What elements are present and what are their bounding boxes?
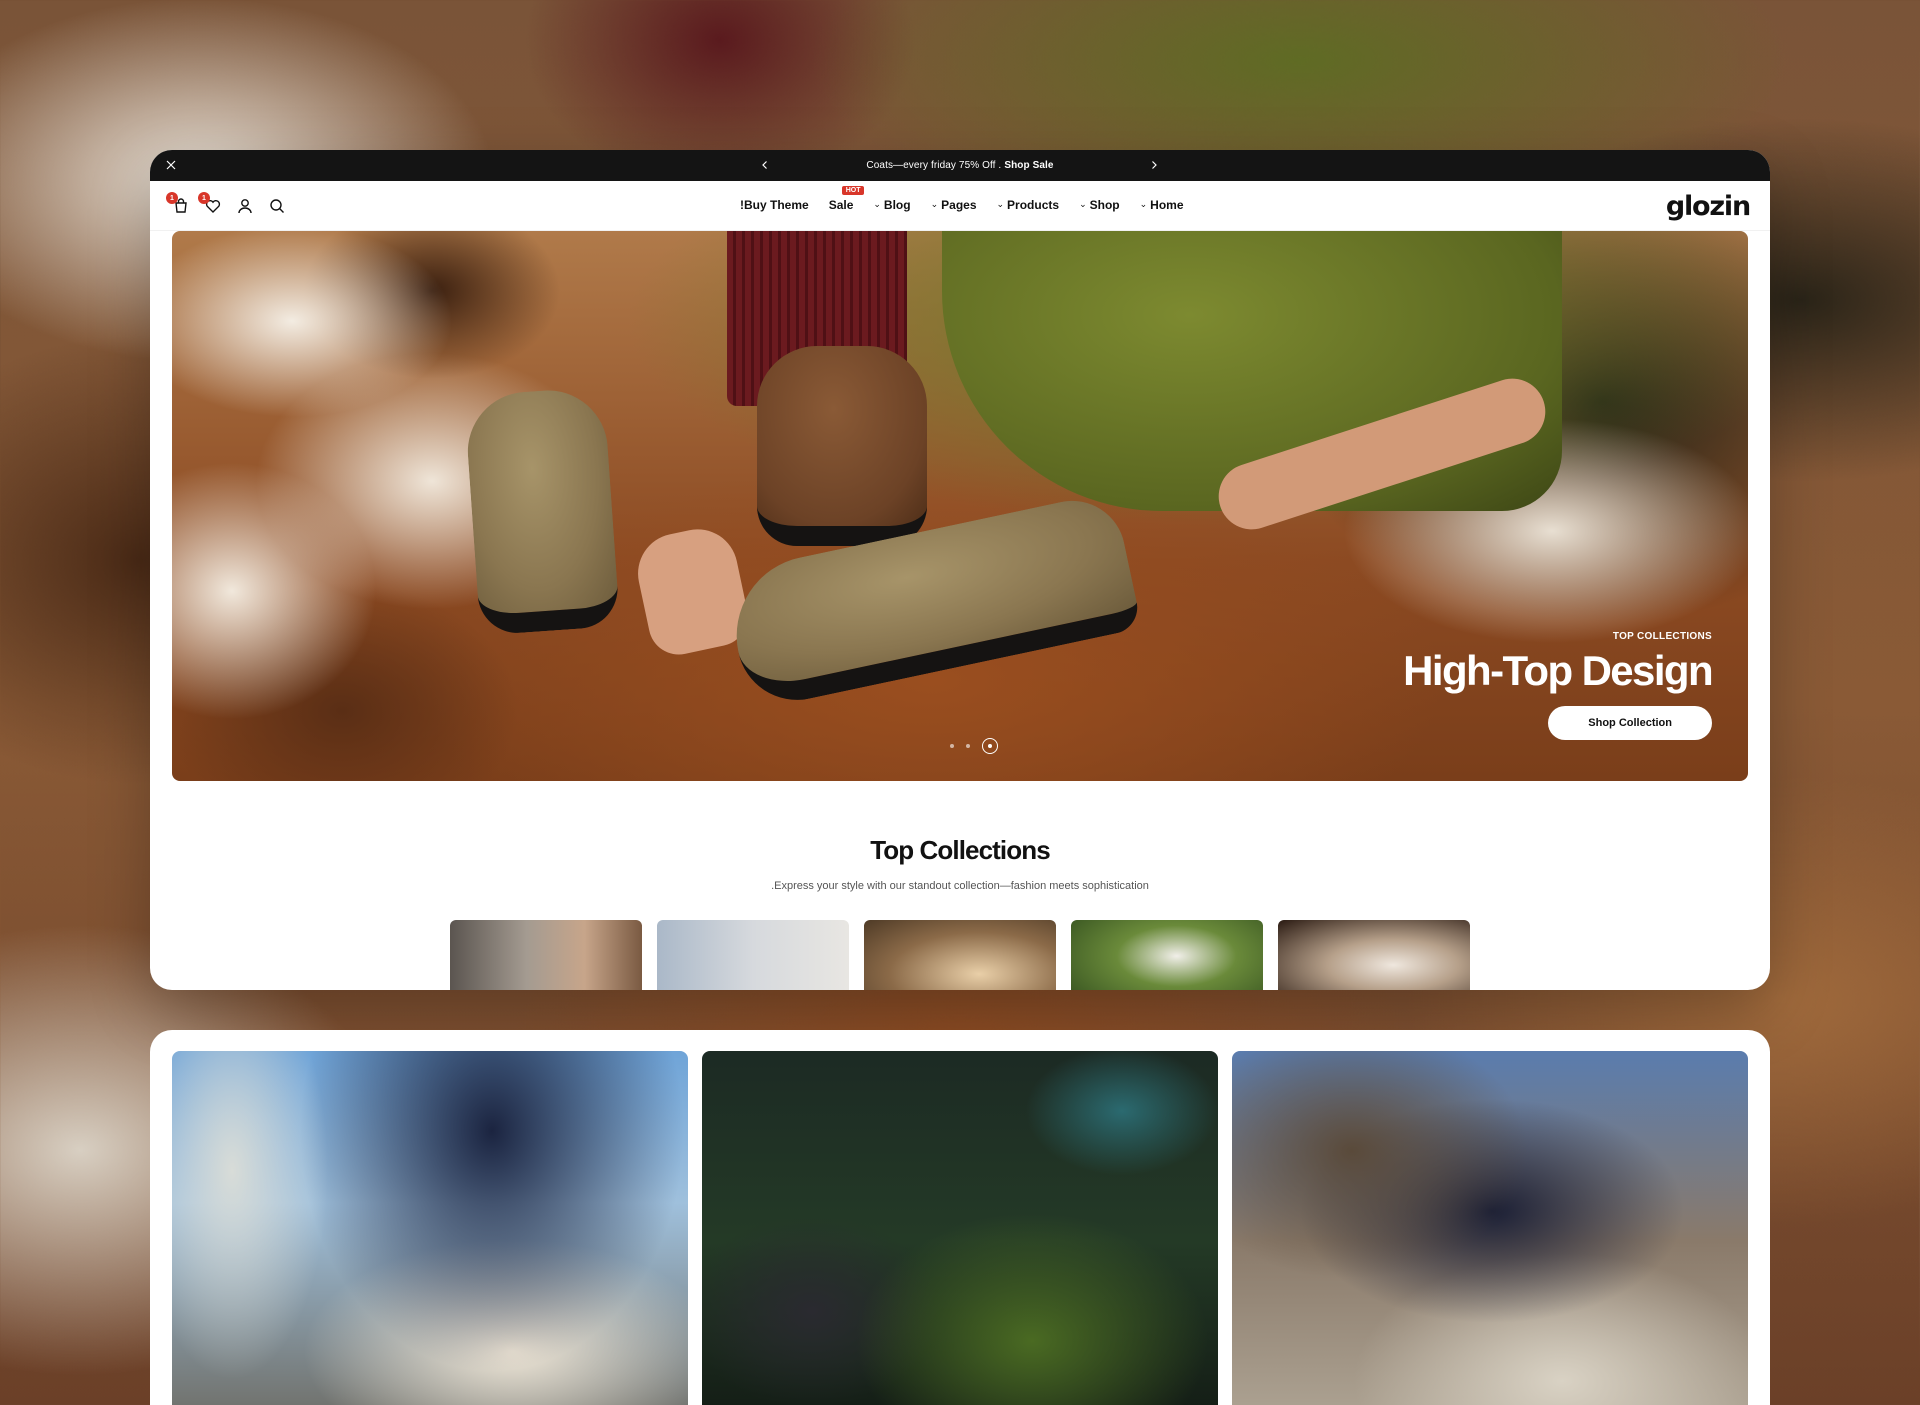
hot-badge: HOT (841, 186, 865, 195)
hero-photo-loafer (757, 346, 927, 546)
menu-item-buy-theme[interactable]: !Buy Theme (740, 198, 809, 212)
menu-item-blog[interactable]: ⌄ Blog (873, 198, 910, 212)
slide-dot-active[interactable] (982, 738, 998, 754)
product-image-wool-shoe[interactable] (702, 1051, 1218, 1405)
shop-collection-button[interactable]: Shop Collection (1548, 706, 1712, 740)
announcement-message: Coats—every friday 75% Off . (866, 160, 1002, 171)
storefront-window: Coats—every friday 75% Off . Shop Sale 1 … (150, 150, 1770, 990)
chevron-down-icon: ⌄ (930, 198, 939, 209)
product-grid-window (150, 1030, 1770, 1405)
wishlist-count-badge: 1 (198, 192, 210, 204)
shop-sale-link[interactable]: Shop Sale (1004, 160, 1053, 171)
menu-item-products[interactable]: ⌄ Products (997, 198, 1060, 212)
collection-thumbnail[interactable] (1278, 920, 1470, 990)
search-button[interactable] (268, 197, 286, 215)
menu-item-label: !Buy Theme (740, 198, 809, 212)
slide-dot[interactable] (950, 744, 954, 748)
header-actions: 1 1 (166, 192, 286, 215)
menu-item-sale[interactable]: HOT Sale (828, 186, 865, 212)
hero-content: TOP COLLECTIONS High-Top Design Shop Col… (1403, 631, 1714, 740)
wishlist-button[interactable]: 1 (198, 192, 222, 215)
chevron-down-icon: ⌄ (996, 198, 1005, 209)
product-image-sneaker[interactable] (172, 1051, 688, 1405)
slide-dot[interactable] (966, 744, 970, 748)
chevron-down-icon: ⌄ (1079, 198, 1087, 209)
chevron-down-icon: ⌄ (1139, 198, 1148, 209)
section-subtitle: .Express your style with our standout co… (771, 880, 1149, 892)
collection-thumbnail[interactable] (450, 920, 642, 990)
chevron-down-icon: ⌄ (873, 198, 881, 209)
chevron-left-icon[interactable] (758, 158, 772, 172)
announcement-bar: Coats—every friday 75% Off . Shop Sale (150, 150, 1770, 181)
main-menu: !Buy Theme HOT Sale ⌄ Blog ⌄ Pages ⌄ Pro… (740, 186, 1184, 212)
account-button[interactable] (236, 197, 254, 215)
menu-item-label: Pages (941, 198, 977, 212)
main-navbar: 1 1 !Buy Theme HOT Sale ⌄ Blog ⌄ Pages ⌄… (150, 181, 1770, 231)
menu-item-shop[interactable]: ⌄ Shop (1079, 198, 1120, 212)
menu-item-label: Home (1150, 198, 1184, 212)
announcement-text: Coats—every friday 75% Off . Shop Sale (866, 160, 1053, 171)
collection-thumbnail[interactable] (1071, 920, 1263, 990)
menu-item-label: Products (1007, 198, 1060, 212)
hero-photo-hand (630, 521, 754, 661)
collection-thumbnail[interactable] (657, 920, 849, 990)
collection-thumbnail[interactable] (864, 920, 1056, 990)
chevron-right-icon[interactable] (1147, 158, 1161, 172)
user-icon (238, 199, 252, 214)
menu-item-label: Blog (883, 198, 911, 212)
hero-photo-loafer (463, 386, 621, 636)
brand-logo[interactable]: glozin (1666, 191, 1751, 222)
menu-item-pages[interactable]: ⌄ Pages (931, 198, 977, 212)
menu-item-label: Shop (1089, 198, 1120, 212)
cart-count-badge: 1 (166, 192, 178, 204)
slider-pagination (950, 738, 998, 754)
section-title: Top Collections (870, 835, 1050, 865)
hero-banner: TOP COLLECTIONS High-Top Design Shop Col… (172, 231, 1748, 781)
menu-item-home[interactable]: ⌄ Home (1140, 198, 1184, 212)
hero-eyebrow: TOP COLLECTIONS (1612, 631, 1712, 642)
menu-item-label: Sale (828, 198, 854, 212)
hero-title: High-Top Design (1403, 647, 1713, 694)
cart-button[interactable]: 1 (166, 192, 190, 215)
product-image-hiking-shoe[interactable] (1232, 1051, 1748, 1405)
close-icon[interactable] (164, 158, 178, 172)
search-icon (270, 199, 284, 213)
collection-thumbnails (450, 920, 1470, 990)
